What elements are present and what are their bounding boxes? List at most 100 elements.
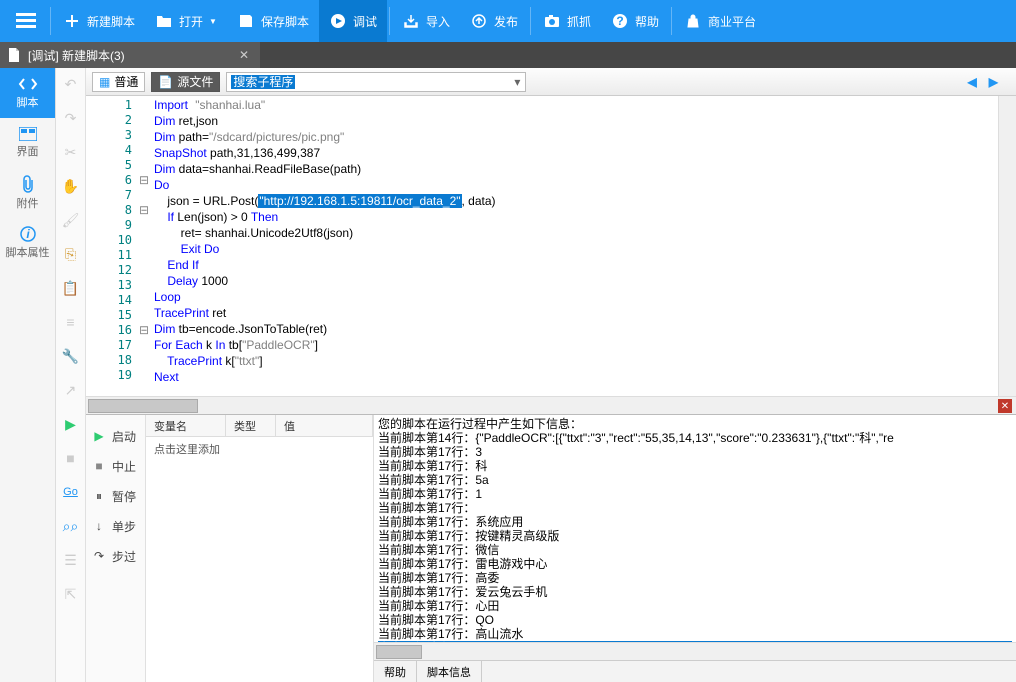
stop-icon: ■ — [92, 459, 106, 473]
debug-controls: ▶启动 ■中止 ⏸暂停 ↓单步 ↷步过 — [86, 415, 146, 682]
output-horizontal-scrollbar[interactable] — [374, 642, 1016, 660]
search-placeholder: 搜索子程序 — [231, 75, 295, 89]
editor-area: ▦ 普通 📄 源文件 搜索子程序 ▾ ◀ ▶ 12345678910111213… — [86, 68, 1016, 682]
help-label: 帮助 — [635, 13, 659, 30]
sidebar-tab-ui[interactable]: 界面 — [0, 118, 55, 168]
view-source-label: 源文件 — [177, 73, 213, 90]
vtool-brush[interactable]: 🖌 — [61, 210, 81, 230]
view-source-button[interactable]: 📄 源文件 — [151, 72, 220, 92]
sidebar-attach-label: 附件 — [17, 195, 39, 211]
sidebar-ui-label: 界面 — [17, 143, 39, 159]
top-toolbar: 新建脚本 打开 ▼ 保存脚本 调试 导入 发布 抓抓 ? 帮助 商业平台 — [0, 0, 1016, 42]
import-label: 导入 — [426, 13, 450, 30]
var-add-row[interactable]: 点击这里添加 — [146, 437, 373, 682]
open-button[interactable]: 打开 ▼ — [145, 0, 227, 42]
output-text[interactable]: 您的脚本在运行过程中产生如下信息： 当前脚本第14行：{"PaddleOCR":… — [374, 415, 1016, 642]
menu-icon — [16, 13, 36, 29]
vtool-go[interactable]: Go — [61, 482, 81, 502]
editor-horizontal-scrollbar[interactable] — [86, 396, 1016, 414]
close-icon[interactable]: ✕ — [236, 47, 252, 63]
line-gutter: 12345678910111213141516171819 — [86, 96, 138, 396]
chevron-down-icon: ▼ — [209, 17, 217, 26]
grab-label: 抓抓 — [567, 13, 591, 30]
step-icon: ↓ — [92, 519, 106, 533]
vtool-arrow[interactable]: ↗ — [61, 380, 81, 400]
menu-button[interactable] — [4, 0, 48, 42]
help-button[interactable]: ? 帮助 — [601, 0, 669, 42]
svg-text:?: ? — [616, 14, 623, 28]
biz-label: 商业平台 — [708, 13, 756, 30]
vtool-hand[interactable]: ✋ — [61, 176, 81, 196]
fold-column[interactable]: ⊟⊟ ⊟ — [138, 96, 150, 396]
help-icon: ? — [611, 12, 629, 30]
open-label: 打开 — [179, 13, 203, 30]
debug-pause-button[interactable]: ⏸暂停 — [86, 481, 145, 511]
document-icon — [8, 48, 22, 62]
new-script-button[interactable]: 新建脚本 — [53, 0, 145, 42]
nav-prev-icon[interactable]: ◀ — [968, 75, 977, 89]
bag-icon — [684, 12, 702, 30]
save-script-button[interactable]: 保存脚本 — [227, 0, 319, 42]
var-col-name: 变量名 — [146, 415, 226, 436]
publish-button[interactable]: 发布 — [460, 0, 528, 42]
debug-start-button[interactable]: ▶启动 — [86, 421, 145, 451]
dropdown-arrow-icon[interactable]: ▾ — [514, 75, 520, 89]
var-header: 变量名 类型 值 — [146, 415, 373, 437]
biz-platform-button[interactable]: 商业平台 — [674, 0, 766, 42]
svg-text:i: i — [26, 227, 30, 241]
editor-header: ▦ 普通 📄 源文件 搜索子程序 ▾ ◀ ▶ — [86, 68, 1016, 96]
panel-close-icon[interactable]: ✕ — [998, 399, 1012, 413]
vtool-paste[interactable]: 📋 — [61, 278, 81, 298]
pause-icon: ⏸ — [92, 489, 106, 504]
nav-next-icon[interactable]: ▶ — [989, 75, 998, 89]
code-content[interactable]: Import "shanhai.lua" Dim ret,json Dim pa… — [150, 96, 998, 396]
vtool-export[interactable]: ⇱ — [61, 584, 81, 604]
vtool-list[interactable]: ☰ — [61, 550, 81, 570]
ui-icon — [19, 127, 37, 141]
sidebar-tab-attach[interactable]: 附件 — [0, 168, 55, 218]
debug-label: 调试 — [353, 13, 377, 30]
debug-stepover-button[interactable]: ↷步过 — [86, 541, 145, 571]
camera-icon — [543, 12, 561, 30]
vtool-cut[interactable]: ✂ — [61, 142, 81, 162]
sidebar-tab-props[interactable]: i 脚本属性 — [0, 218, 55, 268]
folder-icon — [155, 12, 173, 30]
document-tab[interactable]: [调试] 新建脚本(3) ✕ — [0, 42, 260, 68]
vtool-stop[interactable]: ■ — [61, 448, 81, 468]
plus-icon — [63, 12, 81, 30]
grab-button[interactable]: 抓抓 — [533, 0, 601, 42]
search-subroutine-input[interactable]: 搜索子程序 — [226, 72, 526, 92]
save-icon — [237, 12, 255, 30]
output-tab-scriptinfo[interactable]: 脚本信息 — [417, 661, 482, 682]
nav-arrows: ◀ ▶ — [968, 75, 1010, 89]
bottom-panel: ✕ ▶启动 ■中止 ⏸暂停 ↓单步 ↷步过 变量名 类型 值 点击这里添加 您的… — [86, 414, 1016, 682]
code-editor[interactable]: 12345678910111213141516171819 ⊟⊟ ⊟ Impor… — [86, 96, 1016, 396]
import-icon — [402, 12, 420, 30]
variables-panel: 变量名 类型 值 点击这里添加 — [146, 415, 374, 682]
play-icon — [329, 12, 347, 30]
sidebar-props-label: 脚本属性 — [6, 244, 50, 260]
stepover-icon: ↷ — [92, 549, 106, 563]
view-normal-button[interactable]: ▦ 普通 — [92, 72, 145, 92]
output-tab-help[interactable]: 帮助 — [374, 661, 417, 682]
vtool-undo[interactable]: ↶ — [61, 74, 81, 94]
vtool-copy[interactable]: ⎘ — [61, 244, 81, 264]
vtool-redo[interactable]: ↷ — [61, 108, 81, 128]
tab-title: [调试] 新建脚本(3) — [28, 47, 125, 64]
vtool-format[interactable]: ≡ — [61, 312, 81, 332]
editor-vertical-scrollbar[interactable] — [998, 96, 1016, 396]
vtool-search[interactable]: ⌕⌕ — [61, 516, 81, 536]
play-icon: ▶ — [92, 429, 106, 443]
vtool-start[interactable]: ▶ — [61, 414, 81, 434]
publish-icon — [470, 12, 488, 30]
sidebar-tab-script[interactable]: 脚本 — [0, 68, 55, 118]
vtool-wrench[interactable]: 🔧 — [61, 346, 81, 366]
import-button[interactable]: 导入 — [392, 0, 460, 42]
var-col-value: 值 — [276, 415, 373, 436]
debug-button[interactable]: 调试 — [319, 0, 387, 42]
save-label: 保存脚本 — [261, 13, 309, 30]
view-normal-label: 普通 — [114, 73, 138, 90]
debug-step-button[interactable]: ↓单步 — [86, 511, 145, 541]
debug-stop-button[interactable]: ■中止 — [86, 451, 145, 481]
grid-icon: ▦ — [99, 75, 110, 89]
